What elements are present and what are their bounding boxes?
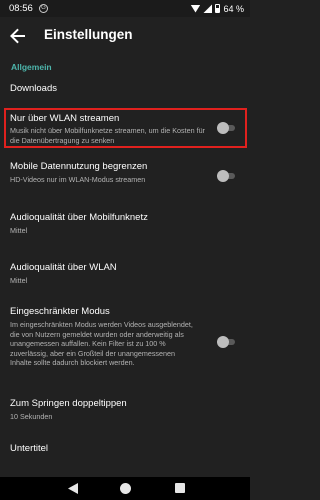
recents-square-icon[interactable] xyxy=(175,483,185,493)
setting-title: Downloads xyxy=(10,83,57,94)
status-bar: 08:56 G 64 % xyxy=(0,0,250,17)
limit-mobile-data-toggle[interactable] xyxy=(217,170,235,182)
setting-item-downloads[interactable]: Downloads xyxy=(0,72,250,106)
arrow-left-icon[interactable] xyxy=(6,24,30,48)
setting-title: Mobile Datennutzung begrenzen xyxy=(10,161,148,172)
page-title: Einstellungen xyxy=(44,27,133,42)
system-nav-bar xyxy=(0,477,250,500)
notification-badge-icon: G xyxy=(39,4,48,13)
setting-title: Audioqualität über Mobilfunknetz xyxy=(10,212,148,223)
setting-subtitle: Mittel xyxy=(10,276,28,285)
section-header-general: Allgemein xyxy=(11,62,52,72)
battery-icon xyxy=(215,4,221,13)
signal-icon xyxy=(203,4,213,13)
setting-title: Eingeschränkter Modus xyxy=(10,306,110,317)
setting-subtitle: HD-Videos nur im WLAN-Modus streamen xyxy=(10,175,146,184)
setting-title: Audioqualität über WLAN xyxy=(10,262,117,273)
setting-subtitle: Mittel xyxy=(10,226,28,235)
setting-title: Zum Springen doppeltippen xyxy=(10,398,127,409)
setting-item-restricted-mode[interactable]: Eingeschränkter Modus Im eingeschränkten… xyxy=(0,301,250,381)
status-time: 08:56 xyxy=(9,3,33,14)
setting-item-audio-quality-mobile[interactable]: Audioqualität über Mobilfunknetz Mittel xyxy=(0,207,250,245)
toggle-thumb xyxy=(217,336,229,348)
back-triangle-icon[interactable] xyxy=(68,483,78,494)
home-circle-icon[interactable] xyxy=(120,483,131,494)
setting-subtitle: 10 Sekunden xyxy=(10,412,53,421)
setting-subtitle: Im eingeschränkten Modus werden Videos a… xyxy=(10,320,193,368)
setting-item-double-tap-seek[interactable]: Zum Springen doppeltippen 10 Sekunden xyxy=(0,394,250,428)
setting-title: Untertitel xyxy=(10,443,49,454)
wifi-icon xyxy=(190,4,201,13)
setting-item-subtitles[interactable]: Untertitel xyxy=(0,436,250,464)
setting-item-limit-mobile-data[interactable]: Mobile Datennutzung begrenzen HD-Videos … xyxy=(0,156,250,194)
setting-item-audio-quality-wifi[interactable]: Audioqualität über WLAN Mittel xyxy=(0,257,250,295)
highlight-box xyxy=(4,108,247,148)
battery-percent: 64 % xyxy=(223,3,244,14)
app-bar: Einstellungen xyxy=(0,17,250,55)
toggle-thumb xyxy=(217,170,229,182)
restricted-mode-toggle[interactable] xyxy=(217,336,235,348)
status-indicators: 64 % xyxy=(190,3,244,14)
